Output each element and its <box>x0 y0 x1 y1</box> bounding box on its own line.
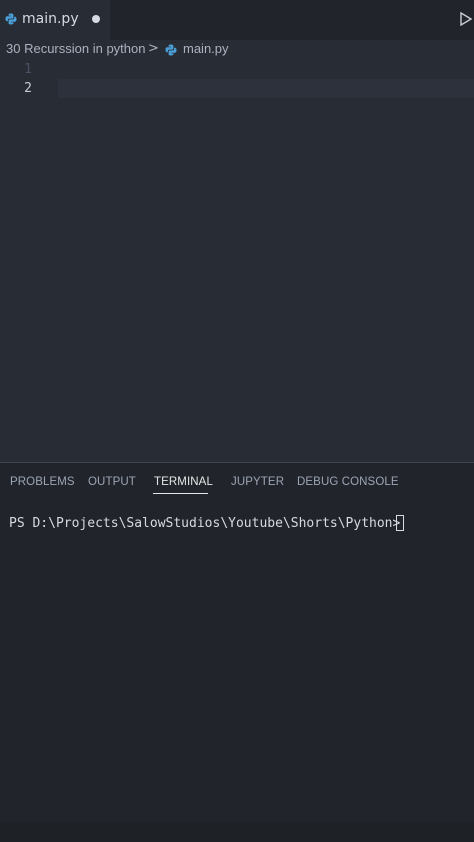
active-line-highlight <box>58 79 474 98</box>
tab-bar: main.py <box>0 0 474 41</box>
run-icon[interactable] <box>460 12 472 26</box>
status-bar <box>0 822 474 842</box>
breadcrumb-folder[interactable]: 30 Recurssion in python <box>6 41 145 56</box>
unsaved-dot-icon[interactable] <box>92 15 100 23</box>
tab-output[interactable]: OUTPUT <box>88 476 136 488</box>
vscode-window: main.py 30 Recurssion in python > main.p… <box>0 0 474 842</box>
bottom-panel: PROBLEMS OUTPUT TERMINAL JUPYTER DEBUG C… <box>0 462 474 823</box>
breadcrumb-file[interactable]: main.py <box>183 41 229 56</box>
tab-problems[interactable]: PROBLEMS <box>10 476 75 488</box>
python-icon <box>165 44 177 56</box>
terminal-prompt[interactable]: PS D:\Projects\SalowStudios\Youtube\Shor… <box>9 516 408 531</box>
chevron-right-icon: > <box>148 41 159 56</box>
breadcrumb: 30 Recurssion in python > main.py <box>0 40 474 60</box>
line-number: 2 <box>24 81 32 96</box>
code-editor[interactable]: 1 2 <box>0 60 474 462</box>
terminal-cursor <box>396 515 404 531</box>
tab-main-py[interactable]: main.py <box>0 0 110 41</box>
tab-debug-console[interactable]: DEBUG CONSOLE <box>297 476 399 488</box>
tab-label: main.py <box>22 11 79 27</box>
line-number: 1 <box>24 62 32 77</box>
tab-jupyter[interactable]: JUPYTER <box>231 476 284 488</box>
tab-terminal[interactable]: TERMINAL <box>154 476 213 488</box>
active-tab-indicator <box>153 493 208 494</box>
python-icon <box>5 13 17 25</box>
